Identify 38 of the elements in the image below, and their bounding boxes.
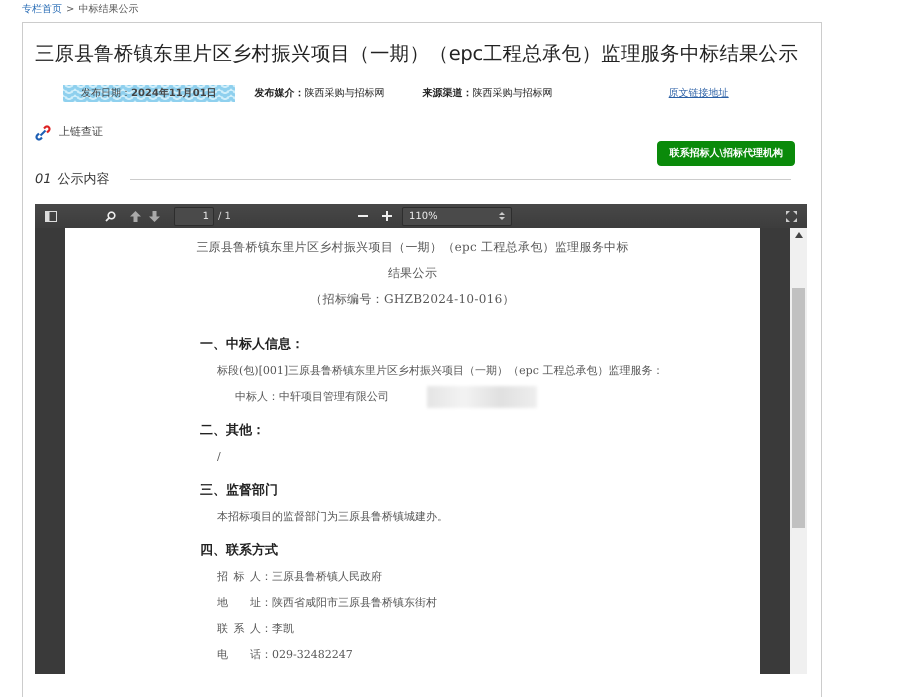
document-heading: 一、中标人信息： — [199, 336, 305, 354]
contact-value: ：陕西省咸阳市三原县鲁桥镇东街村 — [261, 595, 437, 612]
document-title: 结果公示 — [386, 265, 438, 282]
breadcrumb-separator: > — [66, 3, 74, 17]
source-channel: 来源渠道：陕西采购与招标网 — [422, 86, 553, 102]
contact-value: ：李凯 — [261, 621, 294, 638]
breadcrumb-link[interactable]: 专栏首页 — [22, 2, 62, 22]
document-paragraph: / — [216, 449, 222, 466]
chain-verify-link[interactable]: 上链查证 — [59, 124, 103, 141]
section-number: 01 — [35, 170, 52, 189]
document-title: 三原县鲁桥镇东里片区乡村振兴项目（一期）（epc 工程总承包）监理服务中标 — [195, 239, 630, 256]
publish-media: 发布媒介：陕西采购与招标网 — [254, 86, 385, 102]
winner-line: 中标人：中轩项目管理有限公司 — [235, 389, 389, 406]
contact-value: ：029-32482247 — [261, 647, 353, 664]
contact-button[interactable]: 联系招标人\招标代理机构 — [657, 140, 795, 166]
scroll-up-icon[interactable] — [794, 232, 802, 238]
breadcrumb-current: 中标结果公示 — [78, 2, 138, 17]
scrollbar[interactable] — [790, 228, 807, 674]
section-title: 公示内容 — [58, 170, 110, 189]
document-heading: 二、其他： — [199, 422, 266, 440]
contact-label: 联系人 — [217, 621, 261, 638]
contact-label: 电话 — [217, 647, 261, 664]
document-paragraph: 本招标项目的监督部门为三原县鲁桥镇城建办。 — [216, 509, 449, 526]
publish-date: 发布日期：2024年11月01日 — [63, 85, 235, 102]
link-chain-icon — [35, 124, 51, 140]
original-link[interactable]: 原文链接地址 — [668, 86, 729, 102]
page-number-field[interactable]: 1 — [174, 206, 214, 226]
contact-label: 招标人 — [217, 569, 261, 586]
document-heading: 四、联系方式 — [199, 542, 279, 560]
contact-value: ：三原县鲁桥镇人民政府 — [261, 569, 382, 586]
document-heading: 三、监督部门 — [199, 482, 279, 500]
dropdown-arrows-icon — [499, 212, 505, 220]
document-code: （招标编号：GHZB2024-10-016） — [309, 291, 516, 308]
document-paragraph: 标段(包)[001]三原县鲁桥镇东里片区乡村振兴项目（一期）（epc 工程总承包）监理服务： — [216, 363, 664, 380]
page-total: / 1 — [218, 210, 231, 224]
zoom-select[interactable]: 110% — [402, 206, 512, 226]
page-title: 三原县鲁桥镇东里片区乡村振兴项目（一期）（epc工程总承包）监理服务中标结果公示 — [35, 41, 800, 67]
contact-label: 地址 — [217, 595, 261, 612]
